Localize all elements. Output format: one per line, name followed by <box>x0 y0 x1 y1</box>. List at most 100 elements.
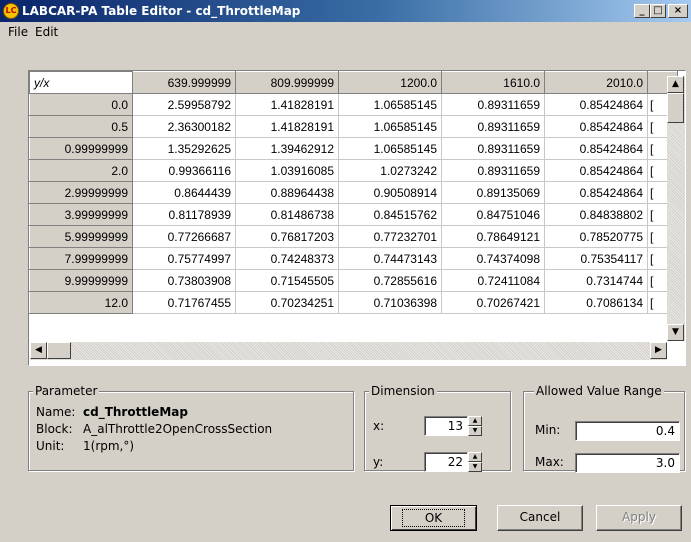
horizontal-scroll-thumb[interactable] <box>47 342 71 359</box>
table-cell[interactable]: 1.35292625 <box>132 137 236 160</box>
max-input[interactable]: 3.0 <box>575 453 680 473</box>
table-cell[interactable]: 1.39462912 <box>235 137 339 160</box>
row-header[interactable]: 9.99999999 <box>29 269 133 292</box>
table-cell[interactable]: 0.75354117 <box>544 247 648 270</box>
table-cell[interactable]: 0.7086134 <box>544 291 648 314</box>
min-input[interactable]: 0.4 <box>575 421 680 441</box>
scroll-down-icon[interactable]: ▼ <box>667 324 684 341</box>
table-cell[interactable]: 1.0273242 <box>338 159 442 182</box>
table-cell[interactable]: 0.74248373 <box>235 247 339 270</box>
table-cell[interactable]: 0.81178939 <box>132 203 236 226</box>
dimension-y-label: y: <box>373 455 384 469</box>
max-label: Max: <box>535 455 564 469</box>
spin-down-icon[interactable]: ▼ <box>468 426 482 436</box>
horizontal-scrollbar[interactable] <box>30 342 667 360</box>
column-header[interactable]: 1200.0 <box>338 71 442 94</box>
menu-file[interactable]: File <box>8 22 28 42</box>
table-cell[interactable]: 0.74473143 <box>338 247 442 270</box>
table-cell[interactable]: 1.03916085 <box>235 159 339 182</box>
table-cell[interactable]: 0.81486738 <box>235 203 339 226</box>
table-cell[interactable]: 2.36300182 <box>132 115 236 138</box>
scroll-left-icon[interactable]: ◀ <box>30 342 47 359</box>
table-row: 0.0 2.59958792 1.41828191 1.06585145 0.89311… <box>29 93 678 116</box>
apply-button[interactable]: Apply <box>596 505 682 531</box>
table-cell[interactable]: 0.84838802 <box>544 203 648 226</box>
row-header[interactable]: 2.99999999 <box>29 181 133 204</box>
table-cell[interactable]: 0.71545505 <box>235 269 339 292</box>
scroll-up-icon[interactable]: ▲ <box>667 76 684 93</box>
table-cell[interactable]: 0.72411084 <box>441 269 545 292</box>
table-cell[interactable]: 0.73803908 <box>132 269 236 292</box>
column-header[interactable]: 809.999999 <box>235 71 339 94</box>
cancel-button[interactable]: Cancel <box>497 505 583 531</box>
row-header[interactable]: 0.99999999 <box>29 137 133 160</box>
close-button[interactable]: × <box>668 4 688 18</box>
table-cell[interactable]: 1.06585145 <box>338 93 442 116</box>
table-cell[interactable]: 0.90508914 <box>338 181 442 204</box>
column-header[interactable]: 1610.0 <box>441 71 545 94</box>
row-header[interactable]: 12.0 <box>29 291 133 314</box>
spin-up-icon[interactable]: ▲ <box>468 416 482 426</box>
table-cell[interactable]: 0.75774997 <box>132 247 236 270</box>
table-cell[interactable]: 0.84751046 <box>441 203 545 226</box>
table-cell[interactable]: 0.8644439 <box>132 181 236 204</box>
corner-label: y/x <box>29 71 133 94</box>
scroll-right-icon[interactable]: ▶ <box>650 342 667 359</box>
column-header[interactable]: 2010.0 <box>544 71 648 94</box>
dimension-y-input[interactable]: 22 <box>424 452 468 472</box>
table-cell[interactable]: 0.85424864 <box>544 93 648 116</box>
table-cell[interactable]: 1.06585145 <box>338 115 442 138</box>
spin-down-icon[interactable]: ▼ <box>468 462 482 472</box>
dimension-x-label: x: <box>373 419 385 433</box>
table-cell[interactable]: 1.41828191 <box>235 93 339 116</box>
dimension-x-spinner[interactable]: ▲ ▼ <box>468 416 482 436</box>
table-cell[interactable]: 0.78649121 <box>441 225 545 248</box>
row-header[interactable]: 5.99999999 <box>29 225 133 248</box>
dimension-x-input[interactable]: 13 <box>424 416 468 436</box>
table-cell[interactable]: 0.89311659 <box>441 93 545 116</box>
table-cell[interactable]: 0.70234251 <box>235 291 339 314</box>
table-cell[interactable]: 0.74374098 <box>441 247 545 270</box>
table-cell[interactable]: 0.71036398 <box>338 291 442 314</box>
table-row: 5.99999999 0.77266687 0.76817203 0.77232701… <box>29 225 678 248</box>
table-cell[interactable]: 0.89311659 <box>441 137 545 160</box>
table-cell[interactable]: 0.89135069 <box>441 181 545 204</box>
menu-edit[interactable]: Edit <box>35 22 58 42</box>
row-header[interactable]: 7.99999999 <box>29 247 133 270</box>
table-grid[interactable]: y/x 639.999999 809.999999 1200.0 1610.0 2010.… <box>28 70 686 366</box>
table-cell[interactable]: 0.84515762 <box>338 203 442 226</box>
table-cell[interactable]: 0.70267421 <box>441 291 545 314</box>
app-icon[interactable]: LC <box>3 3 19 19</box>
maximize-button[interactable]: □ <box>650 4 666 18</box>
table-row: 2.0 0.99366116 1.03916085 1.0273242 0.893116… <box>29 159 678 182</box>
table-cell[interactable]: 0.78520775 <box>544 225 648 248</box>
table-cell[interactable]: 1.41828191 <box>235 115 339 138</box>
table-cell[interactable]: 0.72855616 <box>338 269 442 292</box>
ok-button[interactable]: OK <box>390 505 477 531</box>
table-cell[interactable]: 0.88964438 <box>235 181 339 204</box>
vertical-scroll-thumb[interactable] <box>667 93 684 123</box>
table-cell[interactable]: 0.99366116 <box>132 159 236 182</box>
table-cell[interactable]: 0.85424864 <box>544 159 648 182</box>
table-cell[interactable]: 0.77232701 <box>338 225 442 248</box>
table-cell[interactable]: 0.71767455 <box>132 291 236 314</box>
dimension-y-spinner[interactable]: ▲ ▼ <box>468 452 482 472</box>
table-cell[interactable]: 1.06585145 <box>338 137 442 160</box>
table-cell[interactable]: 2.59958792 <box>132 93 236 116</box>
minimize-button[interactable]: _ <box>634 4 650 18</box>
spin-up-icon[interactable]: ▲ <box>468 452 482 462</box>
table-cell[interactable]: 0.76817203 <box>235 225 339 248</box>
row-header[interactable]: 0.0 <box>29 93 133 116</box>
table-cell[interactable]: 0.85424864 <box>544 137 648 160</box>
row-header[interactable]: 2.0 <box>29 159 133 182</box>
table-cell[interactable]: 0.89311659 <box>441 159 545 182</box>
table-cell[interactable]: 0.85424864 <box>544 115 648 138</box>
table-cell[interactable]: 0.85424864 <box>544 181 648 204</box>
row-header[interactable]: 0.5 <box>29 115 133 138</box>
table-cell[interactable]: 0.89311659 <box>441 115 545 138</box>
row-header[interactable]: 3.99999999 <box>29 203 133 226</box>
column-header[interactable]: 639.999999 <box>132 71 236 94</box>
table-cell[interactable]: 0.7314744 <box>544 269 648 292</box>
unit-label: Unit: <box>36 439 65 453</box>
table-cell[interactable]: 0.77266687 <box>132 225 236 248</box>
